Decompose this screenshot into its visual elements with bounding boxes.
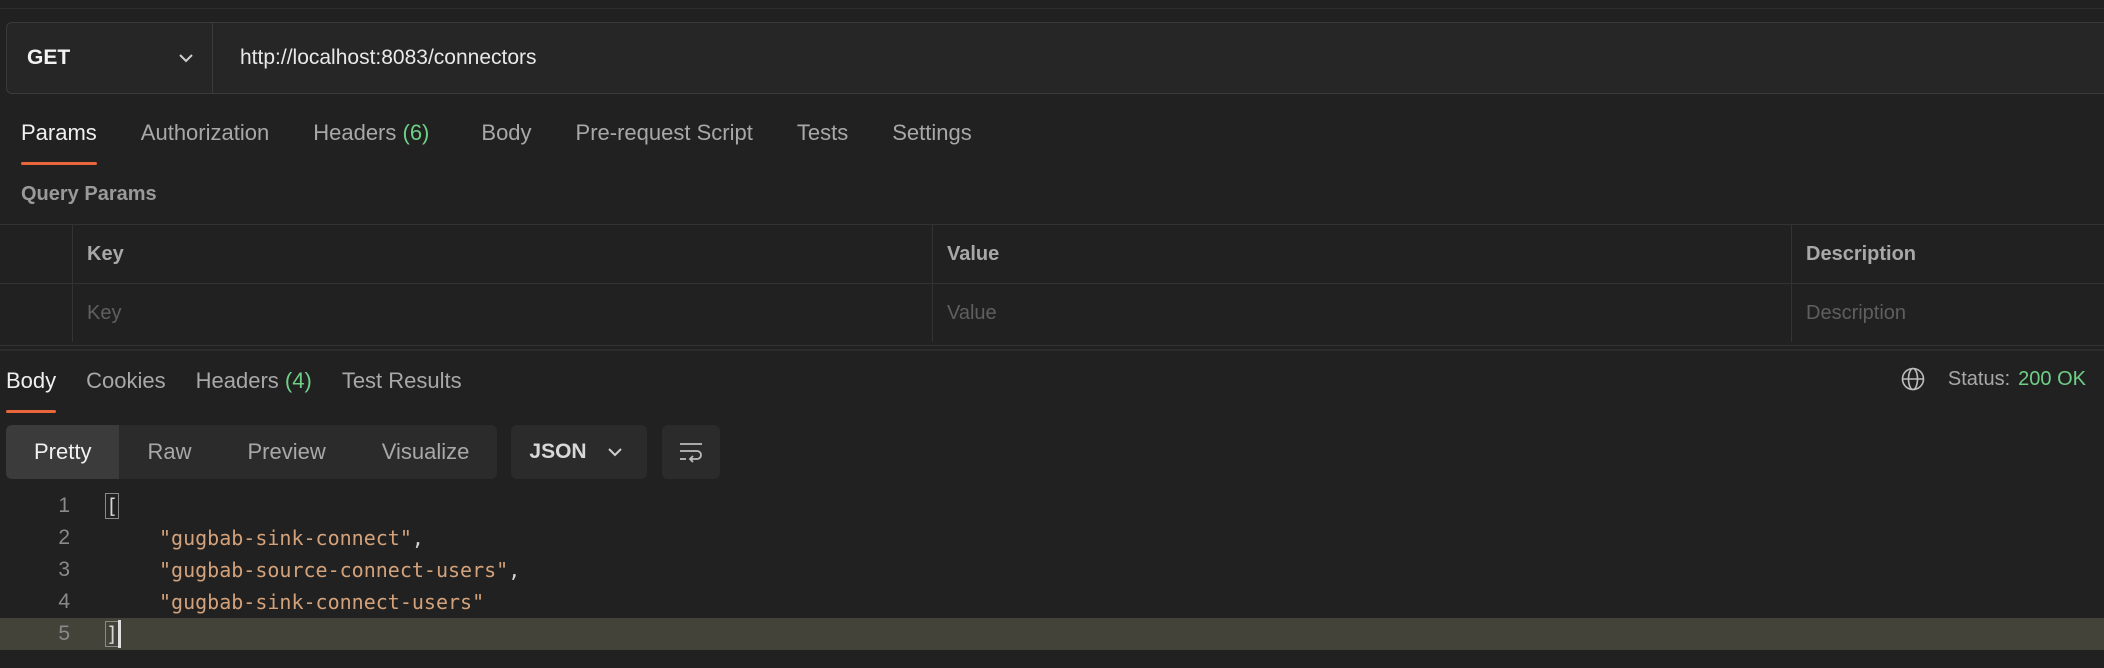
wrap-lines-button[interactable]	[662, 425, 721, 479]
tab-label: Authorization	[140, 120, 270, 145]
column-header-description: Description	[1791, 225, 2104, 283]
tab-response-headers[interactable]: Headers (4)	[196, 368, 312, 394]
code-line: 3 "gugbab-source-connect-users",	[0, 554, 2104, 586]
chevron-down-icon	[179, 54, 193, 63]
tab-test-results[interactable]: Test Results	[342, 368, 462, 394]
tab-settings[interactable]: Settings	[892, 120, 972, 168]
response-tabs: Body Cookies Headers (4) Test Results	[6, 368, 462, 413]
tab-label: Cookies	[86, 368, 166, 393]
value-input[interactable]: Value	[932, 284, 1791, 342]
bracket-close: ]	[104, 621, 120, 647]
top-strip	[0, 0, 2104, 9]
status-label: Status:	[1947, 367, 2011, 390]
table-header-row: Key Value Description	[0, 225, 2104, 284]
line-number: 4	[58, 590, 70, 613]
code-text: [	[104, 490, 120, 522]
code-line: 1 [	[0, 490, 2104, 522]
view-raw[interactable]: Raw	[119, 425, 219, 479]
response-view-toolbar: Pretty Raw Preview Visualize JSON	[6, 425, 721, 479]
globe-icon[interactable]	[1900, 366, 1926, 392]
response-status: Status: 200 OK	[1900, 366, 2086, 392]
headers-count: (6)	[402, 120, 430, 145]
code-line: 4 "gugbab-sink-connect-users"	[0, 586, 2104, 618]
query-params-table: Key Value Description Key Value Descript…	[0, 224, 2104, 346]
line-number: 3	[58, 558, 70, 581]
tab-cookies[interactable]: Cookies	[86, 368, 165, 394]
method-select[interactable]: GET	[7, 23, 213, 93]
tab-headers[interactable]: Headers (6)	[313, 120, 429, 168]
response-headers-count: (4)	[284, 368, 312, 393]
code-text: "gugbab-sink-connect",	[159, 526, 424, 550]
tab-pre-request-script[interactable]: Pre-request Script	[576, 120, 753, 168]
tab-label: Body	[481, 120, 532, 145]
tab-label: Headers	[313, 120, 397, 145]
key-input[interactable]: Key	[72, 284, 932, 342]
description-input[interactable]: Description	[1791, 284, 2104, 342]
code-line: 2 "gugbab-sink-connect",	[0, 522, 2104, 554]
format-label: JSON	[529, 440, 587, 463]
code-text: "gugbab-sink-connect-users"	[159, 586, 484, 618]
response-body-editor[interactable]: 1 [ 2 "gugbab-sink-connect", 3 "gugbab-s…	[0, 490, 2104, 660]
tab-response-body[interactable]: Body	[6, 368, 57, 413]
pane-divider[interactable]	[0, 349, 2104, 351]
method-label: GET	[27, 46, 71, 69]
text-caret	[118, 620, 121, 648]
query-params-title: Query Params	[21, 183, 157, 205]
tab-label: Test Results	[341, 368, 462, 393]
string-value: "gugbab-source-connect-users"	[159, 558, 509, 582]
bracket-open: [	[104, 493, 120, 519]
format-select[interactable]: JSON	[511, 425, 648, 479]
status-code: 200 OK	[2018, 367, 2086, 390]
url-input[interactable]: http://localhost:8083/connectors	[213, 46, 537, 70]
string-value: "gugbab-sink-connect"	[159, 526, 412, 550]
tab-label: Settings	[892, 120, 972, 145]
row-checkbox-cell	[0, 284, 72, 342]
request-tabs: Params Authorization Headers (6) Body Pr…	[21, 120, 972, 168]
line-number: 1	[58, 494, 70, 517]
chevron-down-icon	[608, 448, 623, 457]
column-header-value: Value	[932, 225, 1791, 283]
code-text: "gugbab-source-connect-users",	[159, 558, 521, 582]
request-url-bar: GET http://localhost:8083/connectors	[6, 22, 2104, 94]
tab-params[interactable]: Params	[21, 120, 97, 168]
view-preview[interactable]: Preview	[219, 425, 353, 479]
tab-label: Params	[21, 120, 97, 145]
tab-label: Pre-request Script	[575, 120, 753, 145]
tab-label: Body	[6, 368, 57, 393]
line-number: 2	[58, 526, 70, 549]
view-mode-group: Pretty Raw Preview Visualize	[6, 425, 498, 479]
code-text: ]	[104, 618, 120, 650]
wrap-lines-icon	[680, 443, 703, 463]
tab-body[interactable]: Body	[481, 120, 531, 168]
tab-label: Tests	[796, 120, 849, 145]
code-line-current: 5 ]	[0, 618, 2104, 650]
line-number: 5	[58, 622, 70, 645]
view-pretty[interactable]: Pretty	[6, 425, 120, 479]
column-header-key: Key	[72, 225, 932, 283]
tab-tests[interactable]: Tests	[797, 120, 848, 168]
tab-label: Headers	[195, 368, 279, 393]
table-row: Key Value Description	[0, 284, 2104, 342]
checkbox-column	[0, 225, 72, 283]
view-visualize[interactable]: Visualize	[354, 425, 498, 479]
string-value: "gugbab-sink-connect-users"	[159, 590, 485, 614]
tab-authorization[interactable]: Authorization	[141, 120, 269, 168]
